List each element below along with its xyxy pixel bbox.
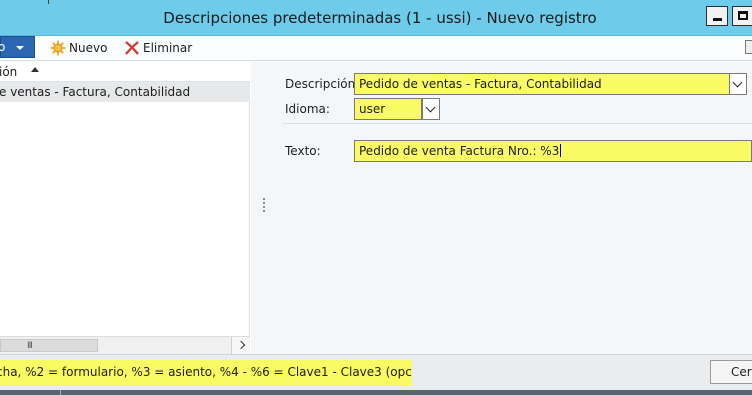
text-label: Texto:	[285, 144, 321, 158]
text-input-value: Pedido de venta Factura Nro.: %3	[359, 144, 560, 158]
new-button[interactable]: Nuevo	[50, 39, 107, 57]
grid-column-header[interactable]: ión	[0, 62, 250, 82]
description-label: Descripción:	[285, 77, 360, 91]
text-input[interactable]: Pedido de venta Factura Nro.: %3	[354, 140, 752, 162]
maximize-button[interactable]	[732, 6, 752, 26]
status-bar: cha, %2 = formulario, %3 = asiento, %4 -…	[0, 354, 752, 395]
delete-button-label: Eliminar	[143, 41, 193, 55]
description-select[interactable]: Pedido de ventas - Factura, Contabilidad	[354, 73, 730, 95]
help-text-label: cha, %2 = formulario, %3 = asiento, %4 -…	[0, 365, 412, 379]
scroll-right-icon[interactable]	[231, 337, 249, 354]
close-button[interactable]: Cerr	[710, 360, 752, 384]
section-divider	[283, 123, 752, 124]
help-text: cha, %2 = formulario, %3 = asiento, %4 -…	[0, 360, 412, 386]
action-toolbar: o Nuevo Eliminar	[0, 36, 752, 61]
document-icon[interactable]	[745, 40, 752, 54]
window-bottom-border	[0, 390, 752, 395]
scrollbar-thumb[interactable]: III	[0, 339, 98, 352]
delete-button[interactable]: Eliminar	[124, 39, 192, 57]
sun-icon	[50, 40, 66, 56]
minimize-icon	[713, 18, 722, 21]
sort-ascending-icon	[31, 67, 39, 72]
title-bar: Descripciones predeterminadas (1 - ussi)…	[0, 0, 752, 36]
file-menu-button[interactable]: o	[0, 36, 35, 58]
file-menu-label: o	[0, 40, 6, 54]
x-icon	[125, 41, 139, 55]
description-dropdown-icon[interactable]	[729, 73, 747, 95]
pane-splitter-handle[interactable]	[262, 198, 266, 216]
minimize-button[interactable]	[706, 6, 728, 26]
grip-icon: III	[27, 341, 33, 351]
language-select[interactable]: user	[354, 98, 422, 120]
table-row[interactable]: e ventas - Factura, Contabilidad	[0, 82, 250, 102]
chevron-down-icon	[16, 46, 24, 50]
window-title: Descripciones predeterminadas (1 - ussi)…	[163, 9, 597, 27]
table-cell: e ventas - Factura, Contabilidad	[0, 85, 191, 99]
language-dropdown-icon[interactable]	[422, 98, 440, 120]
new-button-label: Nuevo	[69, 41, 108, 55]
column-header-label: ión	[0, 65, 18, 79]
records-grid: ión e ventas - Factura, Contabilidad III	[0, 62, 250, 354]
language-label: Idioma:	[285, 102, 330, 116]
window-edge-mark	[48, 0, 62, 4]
maximize-icon	[738, 11, 748, 20]
horizontal-scrollbar[interactable]: III	[0, 336, 250, 354]
text-cursor	[560, 144, 562, 157]
